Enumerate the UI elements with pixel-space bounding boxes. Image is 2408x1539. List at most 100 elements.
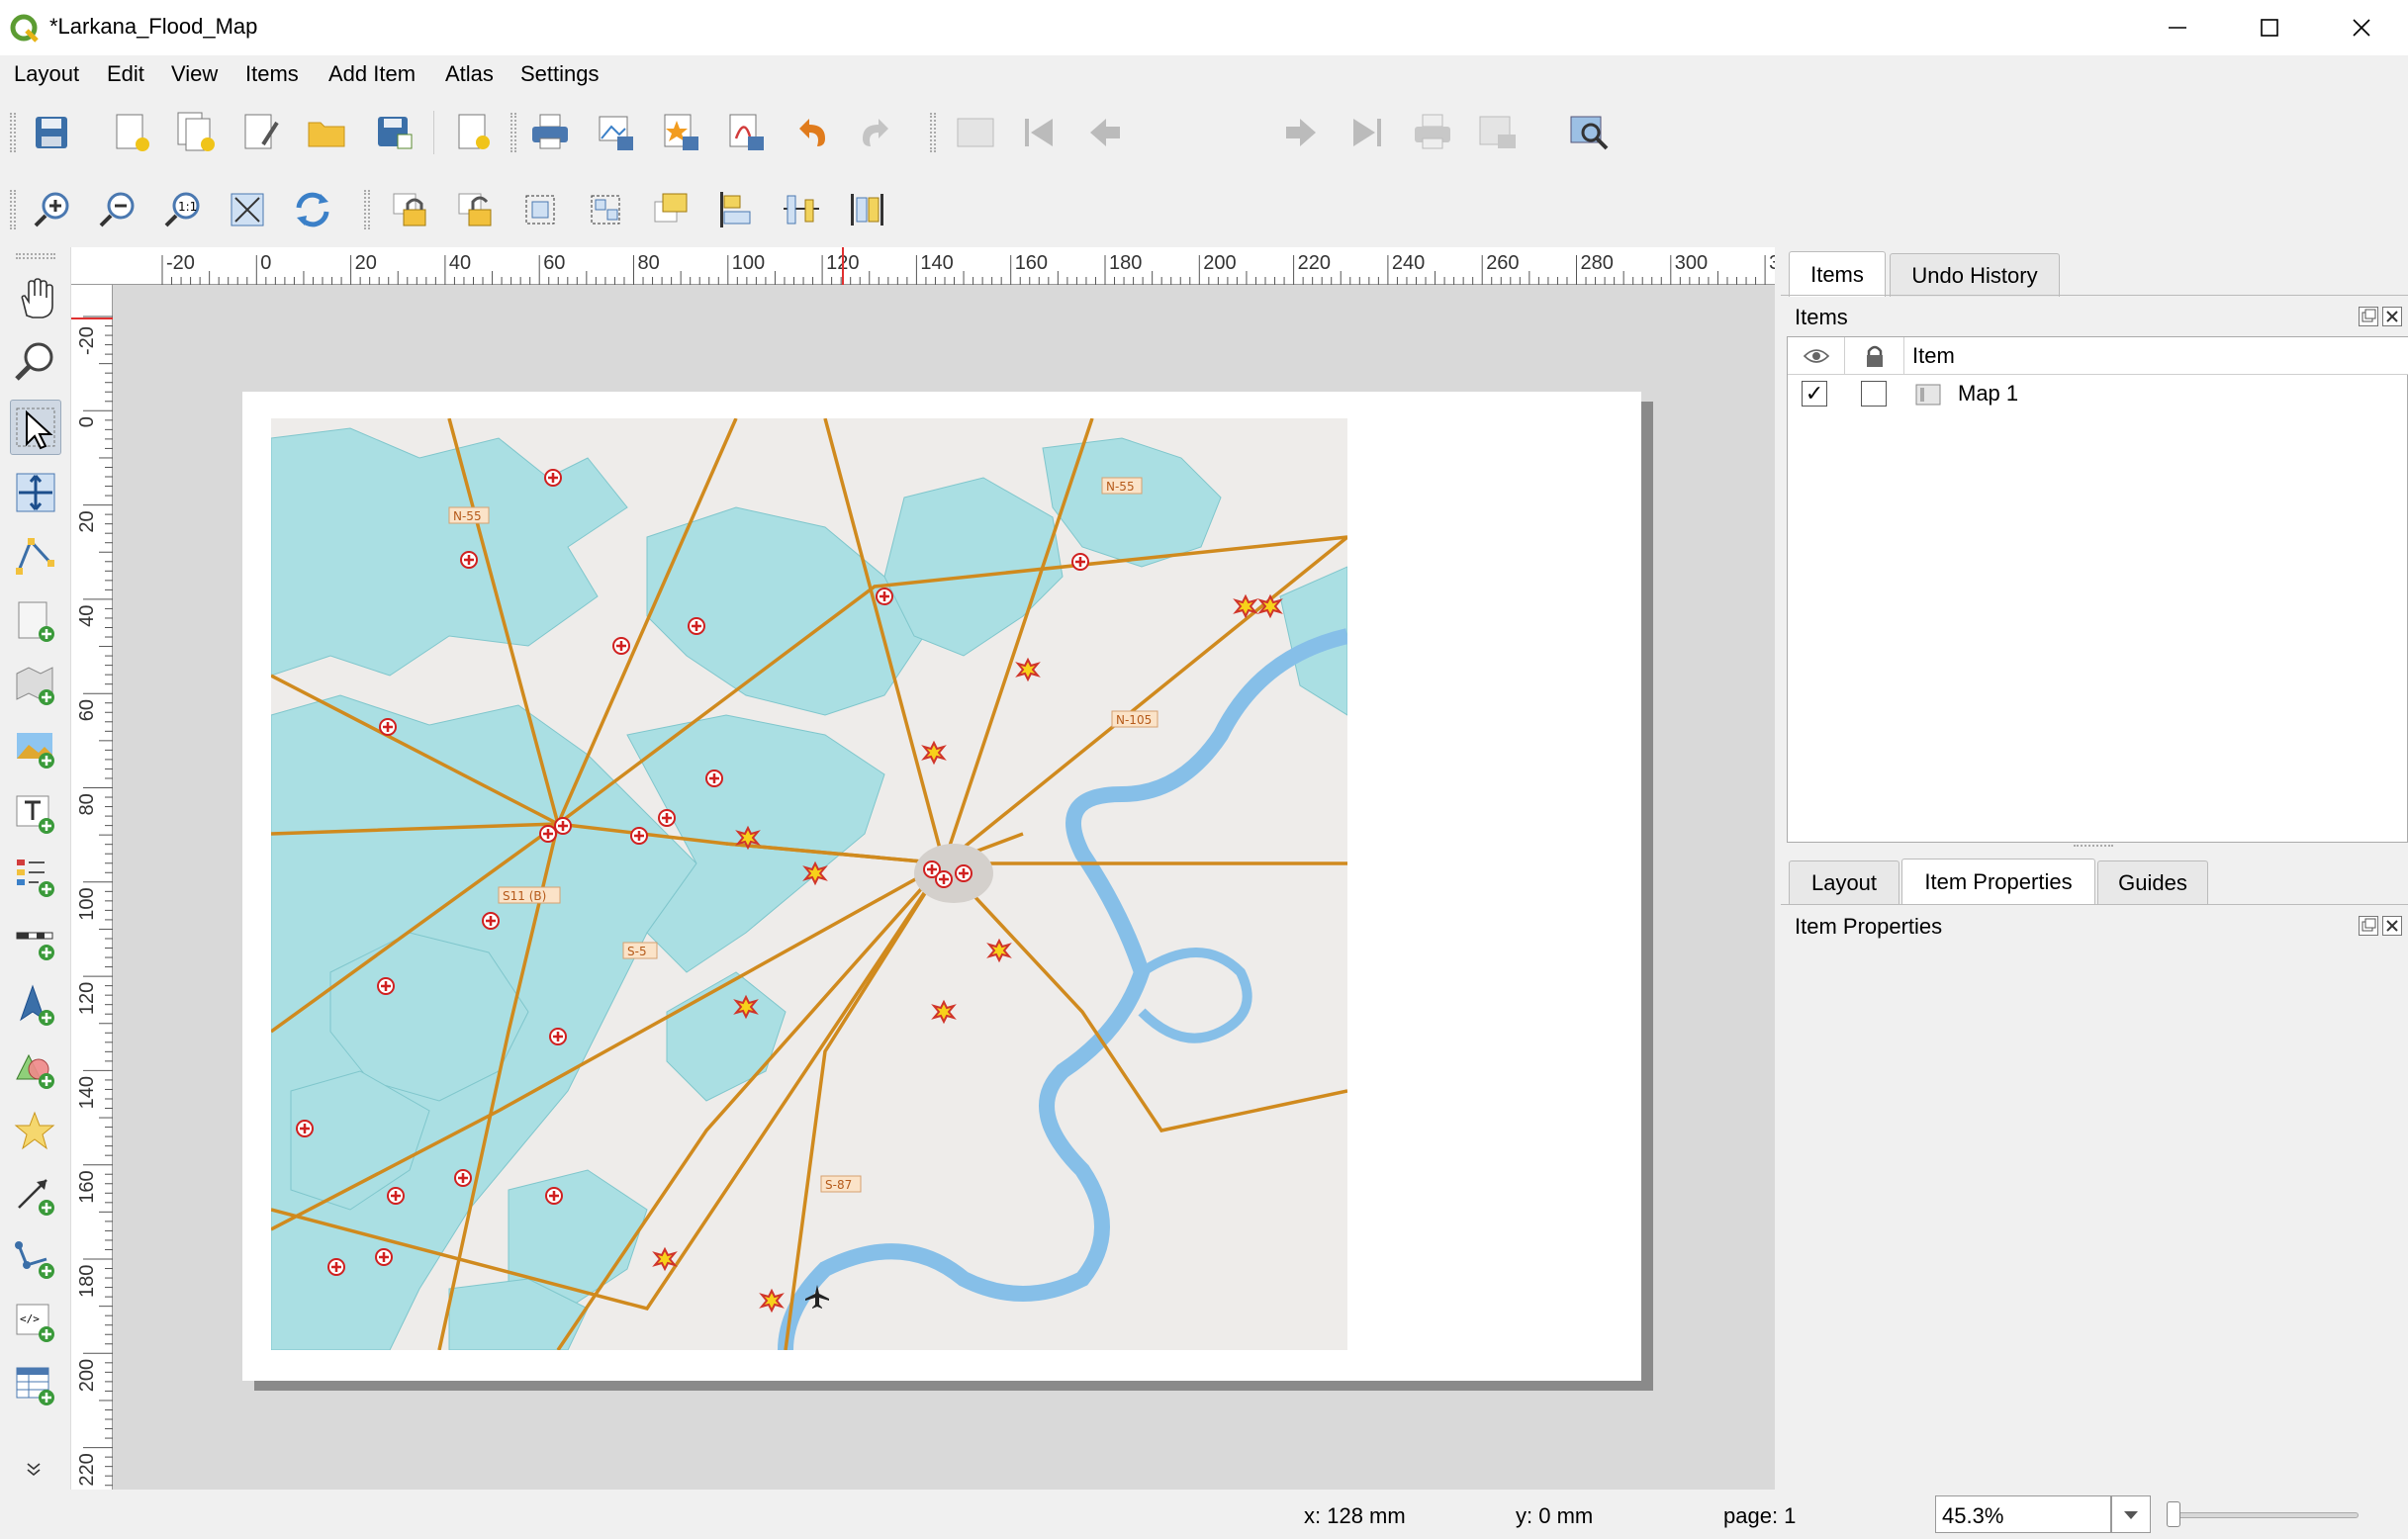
float-panel-button[interactable] [2359, 307, 2378, 326]
visibility-checkbox[interactable]: ✓ [1802, 381, 1827, 407]
table-row[interactable]: ✓ Map 1 [1788, 375, 2407, 412]
toolbar-handle[interactable] [930, 113, 936, 152]
menu-edit[interactable]: Edit [107, 61, 144, 87]
export-image-button[interactable] [590, 107, 641, 158]
zoom-level-dropdown[interactable] [2111, 1495, 2151, 1533]
items-tree[interactable]: Item ✓ Map 1 [1787, 336, 2408, 843]
tab-guides[interactable]: Guides [2097, 860, 2208, 904]
zoom-slider-track[interactable] [2167, 1512, 2359, 1518]
add-legend-tool[interactable] [10, 849, 61, 904]
zoom-in-button[interactable] [26, 184, 77, 235]
raise-items-button[interactable] [645, 184, 696, 235]
add-scale-bar-tool[interactable] [10, 912, 61, 967]
menu-view[interactable]: View [171, 61, 218, 87]
print-button[interactable] [524, 107, 576, 158]
page-setup-button[interactable] [447, 107, 499, 158]
lock-items-button[interactable] [384, 184, 435, 235]
atlas-settings-button[interactable] [1563, 107, 1615, 158]
minimize-button[interactable] [2131, 0, 2223, 55]
save-project-button[interactable] [26, 107, 77, 158]
splitter-handle[interactable] [2074, 845, 2113, 851]
zoom-out-button[interactable] [91, 184, 142, 235]
menu-atlas[interactable]: Atlas [445, 61, 494, 87]
close-button[interactable] [2315, 0, 2407, 55]
add-page-tool[interactable] [10, 593, 61, 649]
move-item-content-tool[interactable] [10, 465, 61, 520]
add-items-from-template-button[interactable] [301, 107, 352, 158]
add-north-arrow-tool[interactable] [10, 977, 61, 1033]
add-node-item-tool[interactable] [10, 1230, 61, 1286]
add-arrow-tool[interactable] [10, 1167, 61, 1222]
toolbar-handle[interactable] [364, 190, 370, 229]
add-attribute-table-tool[interactable] [10, 1357, 61, 1412]
atlas-print-button[interactable] [1407, 107, 1458, 158]
add-label-tool[interactable] [10, 785, 61, 841]
chevron-double-down-icon[interactable] [26, 1462, 42, 1478]
undo-button[interactable] [786, 107, 837, 158]
align-items-button[interactable] [710, 184, 762, 235]
save-as-template-button[interactable] [368, 107, 419, 158]
zoom-slider-handle[interactable] [2167, 1501, 2180, 1527]
zoom-full-button[interactable] [222, 184, 273, 235]
redo-button[interactable] [851, 107, 902, 158]
float-panel-button[interactable] [2359, 916, 2378, 936]
menu-layout[interactable]: Layout [14, 61, 79, 87]
unlock-icon [458, 193, 492, 226]
atlas-first-button[interactable] [1013, 107, 1065, 158]
toolbar-handle[interactable] [510, 113, 516, 152]
lock-checkbox[interactable] [1861, 381, 1887, 407]
layout-canvas[interactable]: N-55 N-55 N-105 S11 (B) S-5 S-87 [113, 285, 1775, 1490]
map-item[interactable]: N-55 N-55 N-105 S11 (B) S-5 S-87 [271, 418, 1347, 1350]
atlas-export-button[interactable] [1472, 107, 1524, 158]
ruler-label: 60 [76, 699, 98, 721]
resize-items-button[interactable] [841, 184, 892, 235]
zoom-actual-button[interactable]: 1:1 [156, 184, 208, 235]
tab-items[interactable]: Items [1789, 251, 1886, 297]
refresh-view-button[interactable] [287, 184, 338, 235]
select-move-tool[interactable] [10, 400, 61, 455]
close-panel-button[interactable] [2382, 916, 2402, 936]
atlas-preview-button[interactable] [950, 107, 1001, 158]
pan-tool[interactable] [10, 271, 61, 326]
add-html-tool[interactable]: </> [10, 1294, 61, 1349]
add-map-tool[interactable] [10, 657, 61, 712]
edit-nodes-tool[interactable] [10, 528, 61, 584]
menu-items[interactable]: Items [245, 61, 299, 87]
horizontal-ruler[interactable]: -20 0 20 40 60 80 100 120 140 160 180 200 220 240 260 2… [71, 247, 1775, 285]
ruler-label: 180 [1109, 252, 1142, 274]
export-pdf-button[interactable] [720, 107, 772, 158]
zoom-tool[interactable] [10, 334, 61, 390]
atlas-last-button[interactable] [1342, 107, 1393, 158]
add-marker-tool[interactable] [10, 1104, 61, 1159]
ruler-label: 80 [76, 793, 98, 815]
tab-undo-history[interactable]: Undo History [1890, 253, 2060, 297]
atlas-previous-button[interactable] [1078, 107, 1130, 158]
vertical-ruler[interactable]: -20 0 20 40 60 80 100 120 140 160 180 200 220 [71, 285, 113, 1490]
export-svg-button[interactable] [655, 107, 706, 158]
menu-add-item[interactable]: Add Item [328, 61, 416, 87]
add-shape-tool[interactable] [10, 1041, 61, 1096]
atlas-next-button[interactable] [1276, 107, 1328, 158]
menu-settings[interactable]: Settings [520, 61, 600, 87]
close-panel-button[interactable] [2382, 307, 2402, 326]
layout-page[interactable]: N-55 N-55 N-105 S11 (B) S-5 S-87 [242, 392, 1641, 1381]
distribute-items-button[interactable] [776, 184, 827, 235]
svg-text:S11 (B): S11 (B) [503, 889, 546, 903]
add-picture-tool[interactable] [10, 720, 61, 775]
unlock-items-button[interactable] [449, 184, 501, 235]
ungroup-items-button[interactable] [580, 184, 631, 235]
item-column-header[interactable]: Item [1904, 337, 2408, 375]
new-layout-button[interactable] [105, 107, 156, 158]
maximize-button[interactable] [2223, 0, 2315, 55]
tab-item-properties[interactable]: Item Properties [1901, 859, 2095, 904]
layout-manager-button[interactable] [235, 107, 287, 158]
group-items-button[interactable] [514, 184, 566, 235]
tab-layout[interactable]: Layout [1789, 860, 1899, 904]
lock-column-header[interactable] [1845, 337, 1904, 375]
zoom-level-input[interactable]: 45.3% [1935, 1495, 2111, 1533]
visibility-column-header[interactable] [1788, 337, 1845, 375]
toolbox-handle[interactable] [16, 253, 55, 259]
duplicate-layout-button[interactable] [170, 107, 222, 158]
toolbar-handle[interactable] [10, 190, 16, 229]
toolbar-handle[interactable] [10, 113, 16, 152]
